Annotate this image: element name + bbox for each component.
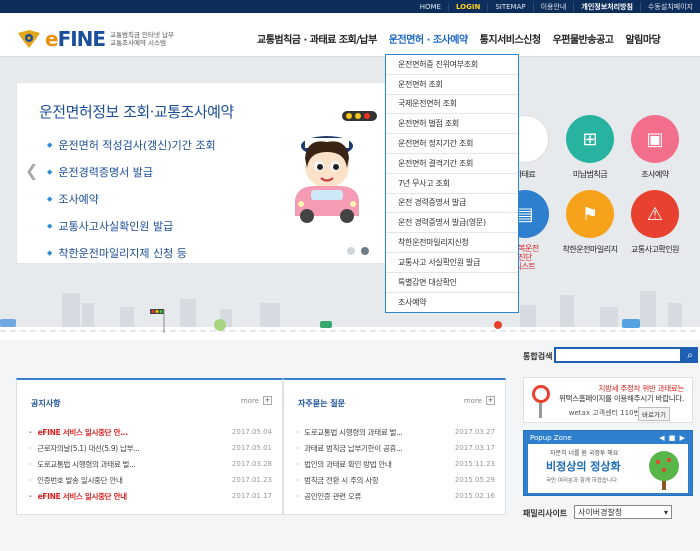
faq-panel: 자주묻는 질문 more+ 도로교통법 시행령의 과태료 벌...2017.03… (283, 378, 506, 515)
login-link[interactable]: LOGIN (447, 2, 487, 11)
list-item[interactable]: 공인인증 관련 오류2015.02.16 (296, 488, 495, 504)
logo-subtitle: 교통범칙금 인터넷 납부 교통조사예약 시스템 (110, 31, 175, 47)
dropdown-item-driving-record[interactable]: 운전 경력증명서 발급 (386, 194, 518, 214)
list-item[interactable]: 범칙금 전환 시 주의 사항2015.05.29 (296, 472, 495, 488)
ad-line3: wetax 고객센터 110번 (568, 409, 640, 417)
nav-notice-board[interactable]: 알림마당 (625, 31, 660, 46)
ad-line2: 위택스홈페이지를 이용해주시기 바랍니다. (558, 394, 684, 403)
list-item[interactable]: 법인의 과태료 확인 방법 안내2015.11.23 (296, 456, 495, 472)
family-site-select[interactable]: 사이버경찰청 ▾ (574, 505, 672, 519)
banner-prev-arrow-icon[interactable]: ❮ (25, 161, 38, 180)
car-accident-icon: ⚠ (631, 190, 679, 238)
pager-dot[interactable] (347, 247, 355, 255)
privacy-link[interactable]: 개인정보처리방침 (573, 1, 640, 12)
site-logo[interactable]: eFINE 교통범칙금 인터넷 납부 교통조사예약 시스템 (16, 27, 174, 51)
dropdown-item-accident-confirm[interactable]: 교통사고 사실확인원 발급 (386, 253, 518, 273)
list-item[interactable]: eFINE 서비스 일시중단 안내2017.01.17 (29, 488, 272, 504)
quick-label: 조사예약 (641, 170, 669, 179)
faq-more-button[interactable]: more + (464, 396, 495, 405)
quick-mileage[interactable]: ⚑ 착한운전마일리지 (555, 190, 625, 255)
search-button[interactable]: ⌕ (682, 347, 698, 363)
banner-pager (347, 247, 375, 255)
ad-shortcut-button[interactable]: 바로가기 (638, 407, 670, 421)
dropdown-item-good-driving[interactable]: 착한운전마일리지신청 (386, 233, 518, 253)
banner-item: 운전면허 적성검사(갱신)기간 조회 (47, 131, 215, 158)
notice-more-button[interactable]: more + (241, 396, 272, 405)
banner-item: 교통사고사실확인원 발급 (47, 212, 216, 239)
pager-dot-active[interactable] (361, 247, 369, 255)
quick-reservation[interactable]: ▣ 조사예약 (620, 115, 690, 180)
dropdown-item-7yr-no-accident[interactable]: 7년 무사고 조회 (386, 174, 518, 194)
tree-illustration (649, 451, 679, 490)
wetax-ad-banner[interactable]: 지방세 주정차 위반 과태료는 위택스홈페이지를 이용해주시기 바랍니다. we… (523, 377, 693, 423)
notice-panel: 공지사항 more+ eFINE 서비스 일시중단 안...2017.05.04… (16, 378, 283, 515)
popup-slide[interactable]: 차분히 너를 원 국정투 해요 비정상의 정상화 국민 여러분과 함께 하겠습니… (528, 444, 688, 493)
police-emblem-icon (18, 30, 40, 48)
utility-links: HOME LOGIN SITEMAP 이용안내 개인정보처리방침 수동설치페이지 (413, 0, 700, 13)
home-link[interactable]: HOME (413, 3, 448, 11)
chevron-down-icon: ▾ (663, 507, 668, 517)
list-item[interactable]: 근로자의날(5.1) 대선(5.9) 납부...2017.05.01 (29, 440, 272, 456)
mileage-icon: ⚑ (566, 190, 614, 238)
unpaid-fine-icon: ⊞ (566, 115, 614, 163)
dropdown-item-disqualification[interactable]: 운전면허 결격기간 조회 (386, 154, 518, 174)
dropdown-item-reservation[interactable]: 조사예약 (386, 293, 518, 313)
popup-foot-text: 국민 여러분과 함께 하겠습니다 (546, 478, 618, 484)
plus-icon: + (486, 396, 495, 405)
search-input[interactable] (554, 347, 682, 363)
notice-list: eFINE 서비스 일시중단 안...2017.05.04 근로자의날(5.1)… (29, 424, 272, 504)
license-reservation-dropdown: 운전면허증 진위여부조회 운전면허 조회 국제운전면허 조회 운전면허 벌점 조… (385, 54, 519, 313)
main-banner: 운전면허정보 조회·교통조사예약 ❮ 운전면허 적성검사(갱신)기간 조회 운전… (16, 82, 388, 264)
popup-sub-text: 차분히 너를 원 국정투 해요 (550, 450, 619, 457)
quick-label: 교통사고확인원 (630, 245, 680, 254)
nav-license-reservation[interactable]: 운전면허 · 조사예약 (389, 31, 468, 46)
dropdown-item-special-reduction[interactable]: 특별감면 대상확인 (386, 273, 518, 293)
search-icon: ⌕ (687, 349, 693, 361)
quick-unpaid-fine[interactable]: ⊞ 미납범칙금 (555, 115, 625, 180)
dropdown-item-driving-record-en[interactable]: 운전 경력증명서 발급(영문) (386, 213, 518, 234)
cityscape-illustration (0, 291, 700, 340)
traffic-sign-icon (532, 385, 550, 418)
faq-list: 도로교통법 시행령의 과태료 벌...2017.03.27 과태료 범칙금 납부… (296, 424, 495, 504)
notice-title: 공지사항 (31, 399, 61, 408)
quick-label: 미납범칙금 (572, 170, 608, 179)
list-item[interactable]: 도로교통법 시행령의 과태료 벌...2017.03.28 (29, 456, 272, 472)
banner-item: 착한운전마일리지제 신청 등 (47, 239, 216, 266)
list-item[interactable]: 인증번호 발송 일시중단 안내2017.01.23 (29, 472, 272, 488)
banner-item: 운전경력증명서 발급 (47, 158, 216, 185)
popup-zone-title: Popup Zone (530, 434, 572, 442)
popup-headline: 비정상의 정상화 (546, 460, 621, 473)
banner-list: 운전면허 적성검사(갱신)기간 조회 운전경력증명서 발급 조사예약 교통사고사… (47, 131, 216, 266)
top-utility-bar: HOME LOGIN SITEMAP 이용안내 개인정보처리방침 수동설치페이지 (0, 0, 700, 13)
nav-mail-return-notice[interactable]: 우편물반송공고 (553, 31, 614, 46)
global-navigation: 교통범칙금 · 과태료 조회/납부 운전면허 · 조사예약 통지서비스신청 우편… (257, 31, 672, 46)
list-item[interactable]: eFINE 서비스 일시중단 안...2017.05.04 (29, 424, 272, 440)
nav-fine-payment[interactable]: 교통범칙금 · 과태료 조회/납부 (257, 31, 377, 46)
manual-install-link[interactable]: 수동설치페이지 (639, 1, 700, 12)
faq-title: 자주묻는 질문 (298, 399, 345, 408)
plus-icon: + (263, 396, 272, 405)
dropdown-item-suspension-period[interactable]: 운전면허 정지기간 조회 (386, 134, 518, 154)
sitemap-link[interactable]: SITEMAP (487, 2, 532, 11)
list-item[interactable]: 도로교통법 시행령의 과태료 벌...2017.03.27 (296, 424, 495, 440)
dropdown-item-penalty-points[interactable]: 운전면허 벌점 조회 (386, 114, 518, 135)
banner-item: 조사예약 (47, 185, 216, 212)
guide-link[interactable]: 이용안내 (532, 1, 574, 12)
nav-notification-service[interactable]: 통지서비스신청 (480, 31, 541, 46)
site-header: eFINE 교통범칙금 인터넷 납부 교통조사예약 시스템 교통범칙금 · 과태… (0, 13, 700, 57)
quick-label: 착한운전마일리지 (562, 245, 618, 254)
popup-zone: Popup Zone ◀ ■ ▶ 차분히 너를 원 국정투 해요 비정상의 정상… (523, 430, 693, 496)
banner-title: 운전면허정보 조회·교통조사예약 (39, 103, 234, 121)
dropdown-item-license-lookup[interactable]: 운전면허 조회 (386, 75, 518, 95)
police-mascot-car-illustration (295, 111, 377, 223)
quick-accident-report[interactable]: ⚠ 교통사고확인원 (620, 190, 690, 255)
dropdown-item-license-verify[interactable]: 운전면허증 진위여부조회 (386, 55, 518, 75)
list-item[interactable]: 과태료 범칙금 납부기한이 공휴...2017.03.17 (296, 440, 495, 456)
logo-wordmark: eFINE (45, 27, 106, 51)
popup-controls[interactable]: ◀ ■ ▶ (659, 434, 686, 442)
dropdown-item-intl-license[interactable]: 국제운전면허 조회 (386, 95, 518, 115)
reservation-icon: ▣ (631, 115, 679, 163)
family-site-label: 패밀리사이트 (523, 509, 568, 518)
search-label: 통합검색 (523, 352, 553, 361)
